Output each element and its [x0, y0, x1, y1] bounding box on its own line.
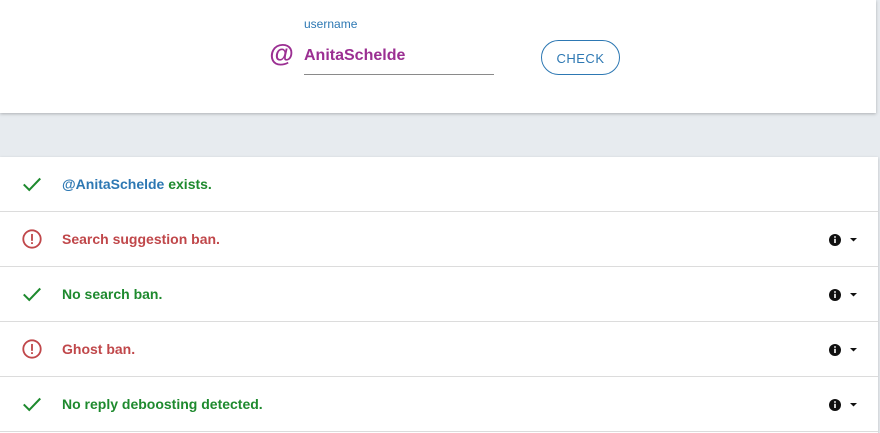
result-text-search-ban: No search ban. — [62, 286, 163, 302]
caret-down-icon — [850, 348, 857, 352]
checked-username: @AnitaSchelde — [62, 176, 165, 192]
alert-circle-icon — [22, 339, 42, 359]
result-text-search-suggestion-ban: Search suggestion ban. — [62, 231, 220, 247]
result-text-exists: @AnitaSchelde exists. — [62, 176, 212, 192]
caret-down-icon — [850, 403, 857, 407]
info-dropdown-toggle[interactable] — [829, 232, 861, 248]
alert-circle-icon — [22, 229, 42, 249]
result-row-exists: @AnitaSchelde exists. — [0, 157, 878, 212]
result-row-search-ban: No search ban. — [0, 267, 878, 322]
checkmark-icon — [23, 287, 41, 302]
result-text-ghost-ban: Ghost ban. — [62, 341, 136, 357]
checkmark-icon — [23, 177, 41, 192]
results-list: @AnitaSchelde exists. Search suggestion … — [0, 157, 878, 433]
result-text-reply-deboosting: No reply deboosting detected. — [62, 396, 263, 412]
username-label: username — [304, 17, 358, 31]
caret-down-icon — [850, 293, 857, 297]
info-dropdown-toggle[interactable] — [829, 342, 861, 358]
info-dropdown-toggle[interactable] — [829, 397, 861, 413]
result-row-reply-deboosting: No reply deboosting detected. — [0, 377, 878, 432]
checkmark-icon — [23, 397, 41, 412]
exists-suffix: exists. — [164, 176, 212, 192]
username-input[interactable] — [304, 38, 494, 75]
result-row-search-suggestion-ban: Search suggestion ban. — [0, 212, 878, 267]
check-button[interactable]: CHECK — [541, 40, 620, 75]
username-check-panel: @ username CHECK — [0, 0, 876, 113]
caret-down-icon — [850, 238, 857, 242]
at-sign-icon: @ — [269, 40, 294, 68]
info-dropdown-toggle[interactable] — [829, 287, 861, 303]
result-row-ghost-ban: Ghost ban. — [0, 322, 878, 377]
